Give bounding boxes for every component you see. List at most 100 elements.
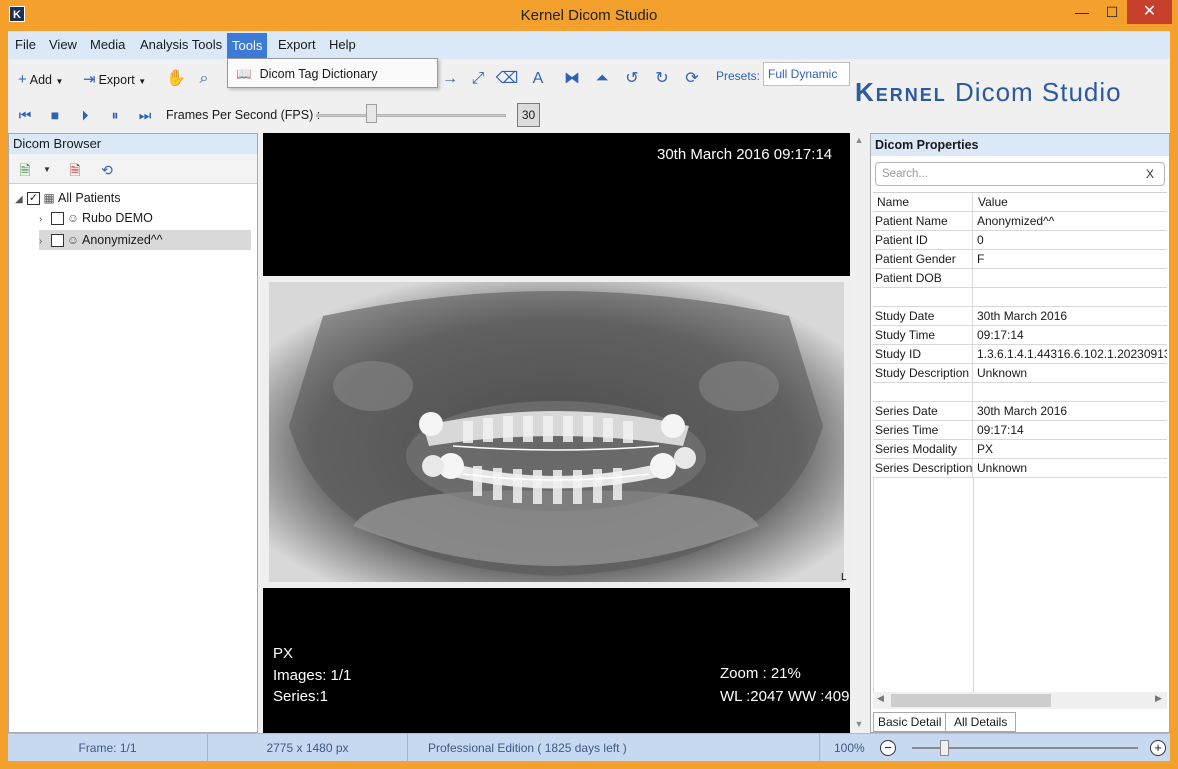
menu-view[interactable]: View	[44, 35, 82, 57]
properties-horizontal-scrollbar[interactable]: ◀ ▶	[873, 692, 1167, 709]
remove-file-icon[interactable]: 🗎	[65, 160, 85, 180]
column-divider	[973, 478, 974, 703]
tree-node-patient[interactable]: › ☺ Anonymized^^	[39, 230, 251, 250]
scroll-right-icon[interactable]: ▶	[1155, 693, 1162, 704]
book-icon: 📖	[236, 67, 252, 81]
table-row[interactable]: Patient Name Anonymized^^	[873, 212, 1167, 231]
flip-horizontal-icon[interactable]: ⧓	[560, 67, 584, 91]
zoom-magnifier-icon[interactable]: ⌕	[192, 67, 216, 91]
tab-all-details[interactable]: All Details	[945, 712, 1017, 732]
pause-icon[interactable]: ⏸	[106, 106, 124, 124]
collapsed-caret-icon[interactable]: ›	[39, 210, 51, 230]
patient-icon: ☺	[66, 233, 80, 247]
eraser-icon[interactable]: ⌫	[495, 67, 519, 91]
table-row[interactable]: Series Description Unknown	[873, 459, 1167, 478]
arrow-tool-icon[interactable]: →	[438, 67, 462, 91]
all-patients-checkbox[interactable]: ✓	[27, 192, 40, 206]
playback-toolbar: ⏮ ■ ⏵ ⏸ ⏭ Frames Per Second (FPS) : 30	[8, 99, 851, 131]
tree-node-all-patients[interactable]: ◢ ✓ ▦ All Patients	[15, 188, 255, 208]
patients-folder-icon: ▦	[43, 191, 55, 205]
scrollbar-thumb[interactable]	[891, 694, 1051, 707]
properties-tabs: Basic Detail All Details	[873, 712, 1167, 732]
menu-tools[interactable]: Tools	[227, 33, 268, 59]
table-row[interactable]: Series Date 30th March 2016	[873, 402, 1167, 421]
properties-grid: Name Value Patient Name Anonymized^^ Pati…	[873, 192, 1167, 712]
table-row[interactable]: Patient Gender F	[873, 250, 1167, 269]
table-row[interactable]: Series Modality PX	[873, 440, 1167, 459]
patient-checkbox[interactable]	[51, 212, 64, 226]
viewer-scrollbar[interactable]: ▲ ▼	[850, 133, 868, 733]
orientation-marker: L	[841, 572, 847, 583]
table-row[interactable]: Patient ID 0	[873, 231, 1167, 250]
add-label: Add	[29, 73, 53, 87]
presets-label: Presets:	[716, 69, 761, 83]
fps-slider-track[interactable]	[316, 114, 506, 117]
fps-slider-thumb[interactable]	[366, 104, 377, 123]
table-row[interactable]: Study Description Unknown	[873, 364, 1167, 383]
scroll-left-icon[interactable]: ◀	[877, 693, 884, 704]
window-title: Kernel Dicom Studio	[520, 7, 658, 24]
next-frame-icon[interactable]: ⏭	[136, 106, 154, 124]
refresh-icon[interactable]: ⟲	[97, 160, 117, 180]
add-file-icon[interactable]: 🗎	[15, 160, 35, 180]
dicom-tag-dictionary-item[interactable]: 📖 Dicom Tag Dictionary	[236, 65, 377, 83]
edition-status: Professional Edition ( 1825 days left )	[408, 734, 820, 762]
dicom-tag-dictionary-label: Dicom Tag Dictionary	[259, 67, 378, 81]
tree-label: All Patients	[58, 191, 121, 205]
zoom-in-icon[interactable]: +	[1150, 740, 1166, 756]
grid-header: Name Value	[873, 193, 1167, 212]
table-row[interactable]: Study ID 1.3.6.1.4.1.44316.6.102.1.202309…	[873, 345, 1167, 364]
stop-icon[interactable]: ■	[46, 106, 64, 124]
menu-file[interactable]: File	[10, 35, 41, 57]
client-area: File View Media Analysis Tools Tools Exp…	[8, 31, 1170, 762]
flip-vertical-icon[interactable]: ⏶	[590, 67, 614, 91]
text-tool-icon[interactable]: A	[526, 67, 550, 91]
image-viewer[interactable]: 30th March 2016 09:17:14 L PX Images: 1/…	[263, 133, 850, 733]
tree-label: Rubo DEMO	[82, 211, 153, 225]
rotate-right-icon[interactable]: ↻	[650, 67, 674, 91]
menu-help[interactable]: Help	[324, 35, 361, 57]
menu-analysis-tools[interactable]: Analysis Tools	[135, 35, 227, 57]
fps-label: Frames Per Second (FPS) :	[166, 108, 321, 122]
dental-xray-image[interactable]: L	[263, 276, 850, 588]
close-button[interactable]: ✕	[1127, 0, 1172, 24]
zoom-slider-thumb[interactable]	[940, 740, 949, 756]
rotate-left-icon[interactable]: ↺	[620, 67, 644, 91]
table-row[interactable]: Study Date 30th March 2016	[873, 307, 1167, 326]
patient-checkbox[interactable]	[51, 234, 64, 248]
presets-select[interactable]: Full Dynamic	[763, 62, 850, 86]
reset-rotation-icon[interactable]: ⟳	[680, 67, 704, 91]
expanded-caret-icon[interactable]: ◢	[15, 190, 27, 210]
play-icon[interactable]: ⏵	[76, 106, 94, 124]
fps-value-box[interactable]: 30	[517, 103, 540, 127]
previous-frame-icon[interactable]: ⏮	[16, 106, 34, 124]
tree-node-patient[interactable]: › ☺ Rubo DEMO	[39, 208, 255, 228]
line-measure-icon[interactable]: ⤢	[466, 67, 490, 91]
scroll-up-icon[interactable]: ▲	[850, 135, 868, 145]
menu-media[interactable]: Media	[85, 35, 130, 57]
chevron-down-icon: ▼	[55, 77, 64, 86]
pan-hand-icon[interactable]: ✋	[164, 67, 188, 91]
add-button[interactable]: + Add ▼	[18, 67, 63, 93]
table-row[interactable]: Study Time 09:17:14	[873, 326, 1167, 345]
column-header-name[interactable]: Name	[873, 193, 973, 212]
column-header-value[interactable]: Value	[974, 193, 1167, 212]
table-row-separator	[873, 383, 1167, 402]
export-icon: ⇥	[83, 71, 96, 88]
chevron-down-icon[interactable]: ▼	[37, 160, 57, 180]
menu-export[interactable]: Export	[273, 35, 321, 57]
zoom-out-icon[interactable]: −	[880, 740, 896, 756]
table-row[interactable]: Patient DOB	[873, 269, 1167, 288]
scroll-down-icon[interactable]: ▼	[850, 719, 868, 729]
minimize-button[interactable]: —	[1067, 0, 1097, 24]
properties-search-input[interactable]: Search... X	[875, 162, 1165, 186]
tab-basic-detail[interactable]: Basic Detail	[873, 712, 947, 732]
window-level-overlay-clip: WL :2047 WW :4095	[720, 688, 850, 708]
table-row-separator	[873, 288, 1167, 307]
maximize-button[interactable]: ☐	[1097, 0, 1127, 24]
export-button[interactable]: ⇥ Export ▼	[83, 67, 146, 93]
clear-search-icon[interactable]: X	[1146, 167, 1154, 181]
table-row[interactable]: Series Time 09:17:14	[873, 421, 1167, 440]
title-bar[interactable]: K Kernel Dicom Studio — ☐ ✕	[0, 0, 1178, 31]
collapsed-caret-icon[interactable]: ›	[39, 232, 51, 252]
